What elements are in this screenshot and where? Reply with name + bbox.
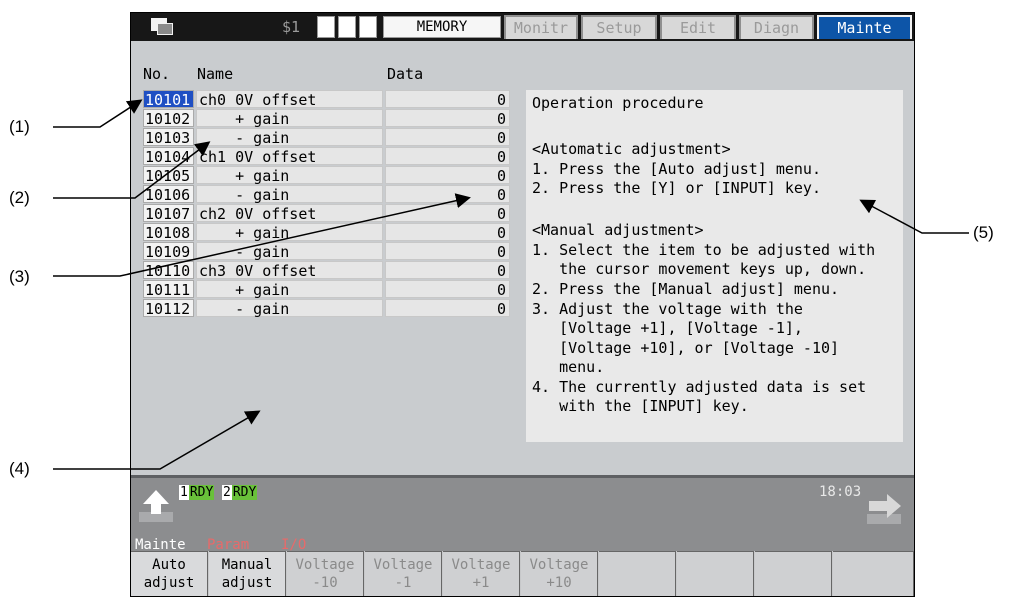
callout-2-leader [53, 141, 211, 199]
callout-3-leader [53, 193, 471, 277]
callout-leaders [53, 99, 969, 470]
callout-4-leader [53, 410, 261, 470]
callout-5-leader [859, 199, 969, 234]
callout-1-leader [53, 99, 143, 128]
